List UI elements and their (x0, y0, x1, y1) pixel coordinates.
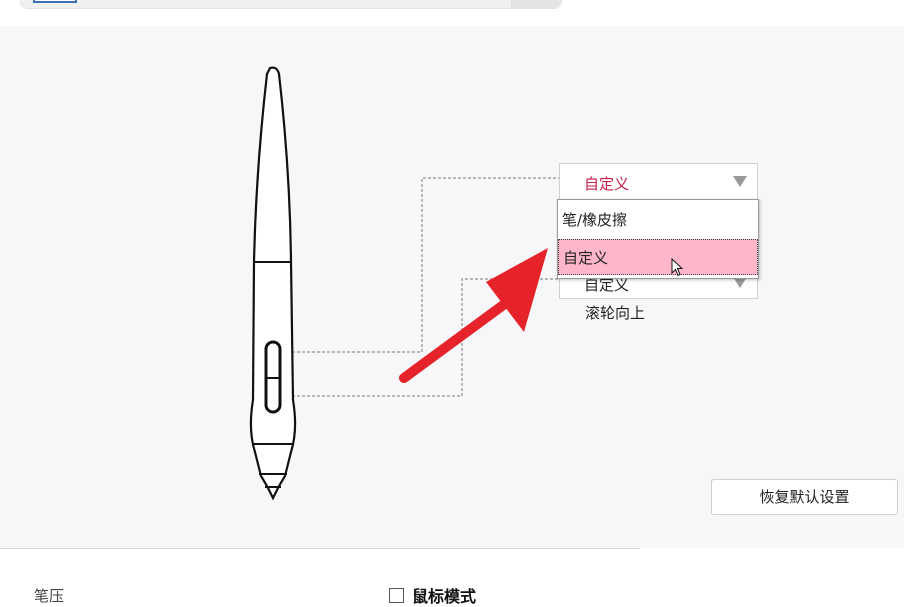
reset-defaults-button[interactable]: 恢复默认设置 (711, 479, 898, 515)
dropdown-menu: 笔/橡皮擦 自定义 (557, 199, 759, 279)
annotation-arrow-icon (399, 248, 548, 383)
menu-item-pen-eraser[interactable]: 笔/橡皮擦 (558, 202, 758, 238)
lower-dropdown-sub-label: 滚轮向上 (585, 304, 646, 322)
mouse-cursor-icon (671, 258, 684, 277)
dropdown-arrow-icon (733, 176, 747, 187)
upper-dropdown-value: 自定义 (584, 175, 630, 193)
mouse-mode-label[interactable]: 鼠标模式 (412, 583, 476, 607)
menu-item-custom[interactable]: 自定义 (558, 239, 758, 275)
pressure-label: 笔压 (34, 587, 65, 605)
panel-divider (0, 548, 640, 549)
upper-button-dropdown[interactable]: 自定义 (559, 163, 758, 201)
pen-icon (249, 66, 297, 501)
